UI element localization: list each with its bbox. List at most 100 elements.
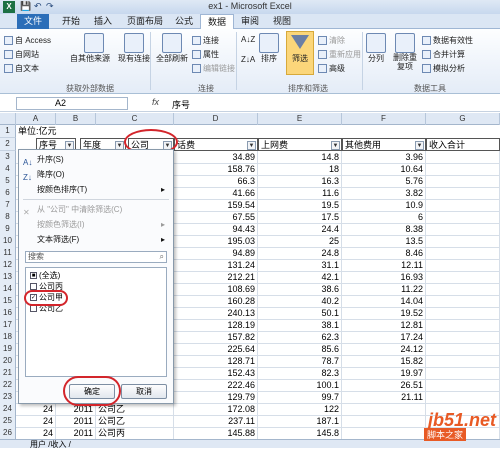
access-icon — [4, 36, 13, 46]
unit-label-cell[interactable]: 单位:亿元 — [16, 125, 136, 138]
column-header-a[interactable]: A — [16, 113, 56, 125]
sheet-tab-list[interactable]: 用户 /收入 / — [30, 439, 71, 450]
reapply-icon — [318, 50, 327, 60]
funnel-icon — [291, 35, 309, 49]
watermark-subtitle: 脚本之家 — [423, 428, 466, 441]
column-header-c[interactable]: C — [96, 113, 174, 125]
other-sources-icon — [84, 33, 104, 53]
column-header-e[interactable]: E — [258, 113, 342, 125]
tab-review[interactable]: 审阅 — [234, 14, 266, 29]
tab-formulas[interactable]: 公式 — [168, 14, 200, 29]
clear-filter-button[interactable]: 清除 — [318, 35, 345, 46]
autofilter-menu: A↓ 升序(S) Z↓ 降序(O) 按颜色排序(T) ▸ ✕ 从 "公司" 中清除筛选(… — [18, 149, 174, 406]
formula-bar: A2 fx 序号 — [0, 95, 500, 112]
existing-connections-button[interactable]: 现有连接 — [118, 33, 150, 64]
row-header-2[interactable]: 2 — [0, 138, 16, 151]
filter-dropdown-icon[interactable]: ▼ — [331, 141, 340, 150]
separator — [236, 32, 237, 90]
edit-links-button[interactable]: 编辑链接 — [192, 63, 235, 74]
properties-button[interactable]: 属性 — [192, 49, 219, 60]
menu-separator — [23, 199, 169, 200]
filter-button[interactable]: 筛选 — [286, 31, 314, 75]
checkbox[interactable] — [30, 305, 37, 313]
web-icon — [4, 50, 13, 60]
window-title: ex1 - Microsoft Excel — [208, 1, 292, 11]
split-columns-icon — [366, 33, 386, 53]
from-text-button[interactable]: 自文本 — [4, 63, 39, 74]
consolidate-icon — [422, 50, 431, 60]
sort-icon — [259, 33, 279, 53]
name-box[interactable]: A2 — [16, 97, 128, 110]
annotation-circle — [24, 290, 68, 306]
fx-icon[interactable]: fx — [152, 97, 159, 107]
edit-links-icon — [192, 64, 201, 74]
sort-ascending-item[interactable]: A↓ 升序(S) — [19, 152, 173, 167]
reapply-button[interactable]: 重新应用 — [318, 49, 361, 60]
select-all-corner[interactable] — [0, 113, 16, 125]
column-header-g[interactable]: G — [426, 113, 500, 125]
filter-item-select-all[interactable]: ■ (全选) — [30, 271, 60, 281]
sort-by-color-item[interactable]: 按颜色排序(T) ▸ — [19, 182, 173, 197]
checkbox[interactable]: ■ — [30, 272, 37, 280]
tab-insert[interactable]: 插入 — [87, 14, 119, 29]
sort-ascending-button[interactable]: A↓Z — [241, 35, 255, 44]
header-cell-other-fee[interactable]: 其他费用 ▼ — [342, 138, 426, 151]
column-header-b[interactable]: B — [56, 113, 96, 125]
text-to-columns-button[interactable]: 分列 — [366, 33, 386, 64]
header-cell-call-fee[interactable]: 话费 ▼ — [174, 138, 258, 151]
tab-page-layout[interactable]: 页面布局 — [120, 14, 170, 29]
column-headers: A B C D E F G — [0, 113, 500, 125]
separator — [150, 32, 151, 90]
column-header-d[interactable]: D — [174, 113, 258, 125]
submenu-arrow-icon: ▸ — [160, 220, 165, 229]
header-cell-internet-fee[interactable]: 上网费 ▼ — [258, 138, 342, 151]
consolidate-button[interactable]: 合并计算 — [422, 49, 465, 60]
search-icon: ⌕ — [159, 252, 164, 261]
tab-view[interactable]: 视图 — [266, 14, 298, 29]
title-bar: X 💾 ↶ ↷ ex1 - Microsoft Excel — [0, 0, 500, 14]
connections-icon — [124, 33, 144, 53]
header-cell-total[interactable]: 收入合计 — [426, 138, 500, 151]
link-icon — [192, 36, 201, 46]
advanced-icon — [318, 64, 327, 74]
group-label-data-tools: 数据工具 — [414, 84, 446, 93]
clear-icon — [318, 36, 327, 46]
data-validation-button[interactable]: 数据有效性 — [422, 35, 473, 46]
text-filter-item[interactable]: 文本筛选(F) ▸ — [19, 232, 173, 247]
tab-home[interactable]: 开始 — [55, 14, 87, 29]
filter-dropdown-icon[interactable]: ▼ — [415, 141, 424, 150]
from-access-button[interactable]: 自 Access — [4, 35, 51, 46]
what-if-icon — [422, 64, 431, 74]
refresh-icon — [162, 33, 182, 53]
tab-file[interactable]: 文件 — [17, 14, 50, 29]
advanced-filter-button[interactable]: 高级 — [318, 63, 345, 74]
refresh-all-button[interactable]: 全部刷新 — [156, 33, 188, 64]
filter-value-list: ■ (全选) 公司丙 ✓ 公司甲 公司乙 — [24, 267, 167, 377]
cancel-button[interactable]: 取消 — [121, 384, 167, 399]
sort-descending-item[interactable]: Z↓ 降序(O) — [19, 167, 173, 182]
remove-duplicates-icon — [395, 33, 415, 53]
annotation-circle — [63, 376, 121, 406]
separator — [362, 32, 363, 90]
column-header-f[interactable]: F — [342, 113, 426, 125]
ribbon: 自 Access 自网站 自文本 自其他来源 现有连接 获取外部数据 全部刷新 … — [0, 29, 500, 94]
filter-by-color-item[interactable]: 按颜色筛选(I) ▸ — [19, 217, 173, 232]
submenu-arrow-icon: ▸ — [160, 235, 165, 244]
from-other-sources-button[interactable]: 自其他来源 — [70, 33, 110, 64]
clear-filter-item[interactable]: ✕ 从 "公司" 中清除筛选(C) — [19, 202, 173, 217]
sort-button[interactable]: 排序 — [259, 33, 279, 64]
filter-search-input[interactable]: 搜索 ⌕ — [25, 251, 167, 263]
tab-data[interactable]: 数据 — [200, 14, 235, 30]
filter-dropdown-icon[interactable]: ▼ — [247, 141, 256, 150]
row-header-1[interactable]: 1 — [0, 125, 16, 138]
connections-button[interactable]: 连接 — [192, 35, 219, 46]
what-if-button[interactable]: 模拟分析 — [422, 63, 465, 74]
group-label-external: 获取外部数据 — [66, 84, 114, 93]
remove-duplicates-button[interactable]: 删除重复项 — [392, 33, 418, 71]
formula-input[interactable]: 序号 — [172, 98, 190, 111]
from-web-button[interactable]: 自网站 — [4, 49, 39, 60]
properties-icon — [192, 50, 201, 60]
submenu-arrow-icon: ▸ — [160, 185, 165, 194]
group-label-connections: 连接 — [198, 84, 214, 93]
sort-descending-button[interactable]: Z↓A — [241, 55, 255, 64]
